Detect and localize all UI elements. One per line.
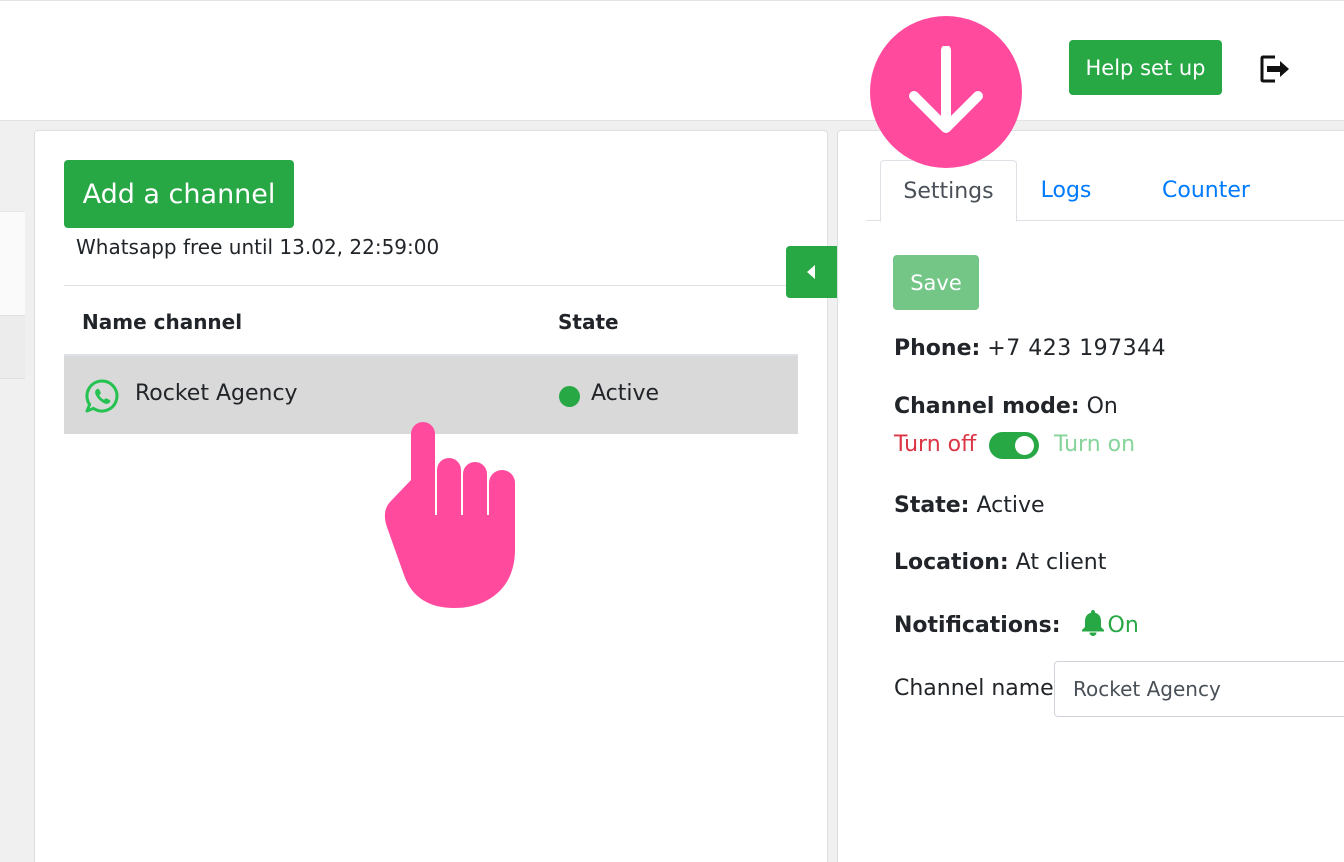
tab-logs[interactable]: Logs	[1034, 160, 1098, 221]
table-header: Name channel State	[64, 286, 798, 356]
add-channel-button[interactable]: Add a channel	[64, 160, 294, 228]
channel-mode-label: Channel mode:	[894, 394, 1080, 419]
sidebar-item-active[interactable]	[0, 315, 25, 379]
toggle-knob	[1015, 436, 1034, 455]
logout-icon[interactable]	[1256, 51, 1292, 87]
column-header-state: State	[558, 310, 619, 334]
channels-table: Name channel State Rocket Agency Active	[64, 285, 798, 434]
top-bar: Help set up	[0, 0, 1344, 121]
notifications-label: Notifications:	[894, 613, 1061, 638]
channel-mode-value: On	[1086, 394, 1118, 419]
notifications-value[interactable]: On	[1108, 613, 1139, 638]
turn-on-label: Turn on	[1054, 432, 1136, 457]
location-label: Location:	[894, 550, 1009, 575]
channel-mode-field: Channel mode: On	[894, 394, 1118, 419]
chevron-left-icon	[807, 265, 815, 279]
turn-off-label: Turn off	[894, 432, 977, 457]
phone-value: +7 423 197344	[987, 336, 1167, 361]
location-field: Location: At client	[894, 550, 1106, 575]
channel-mode-toggle[interactable]	[989, 432, 1039, 459]
collapse-panel-button[interactable]	[786, 246, 838, 298]
notifications-field: Notifications: On	[894, 608, 1139, 642]
tab-settings[interactable]: Settings	[880, 160, 1017, 222]
sidebar-item[interactable]	[0, 211, 25, 315]
left-sidebar-strip	[0, 121, 25, 862]
tab-counter[interactable]: Counter	[1156, 160, 1256, 221]
channel-settings-panel: Settings Logs Counter Save Phone: +7 423…	[837, 130, 1344, 862]
settings-tabs: Settings Logs Counter	[866, 160, 1344, 222]
location-value: At client	[1015, 550, 1107, 575]
channel-name-input[interactable]	[1054, 661, 1344, 717]
state-field: State: Active	[894, 493, 1045, 518]
phone-field: Phone: +7 423 197344	[894, 336, 1166, 361]
state-label: State:	[894, 493, 970, 518]
channel-state-cell: Active	[591, 381, 660, 406]
channel-name-cell: Rocket Agency	[135, 381, 298, 406]
state-value: Active	[976, 493, 1045, 518]
whatsapp-icon	[84, 378, 120, 414]
column-header-name: Name channel	[82, 310, 243, 334]
status-dot	[559, 386, 580, 407]
free-trial-note: Whatsapp free until 13.02, 22:59:00	[76, 235, 440, 259]
phone-label: Phone:	[894, 336, 981, 361]
tutorial-arrow-badge	[870, 16, 1022, 168]
help-set-up-button[interactable]: Help set up	[1069, 40, 1222, 95]
channel-name-label: Channel name	[894, 676, 1054, 701]
pointing-hand-icon	[380, 420, 520, 616]
arrow-down-icon	[909, 46, 983, 133]
bell-icon[interactable]	[1080, 608, 1106, 642]
save-button[interactable]: Save	[893, 255, 979, 310]
